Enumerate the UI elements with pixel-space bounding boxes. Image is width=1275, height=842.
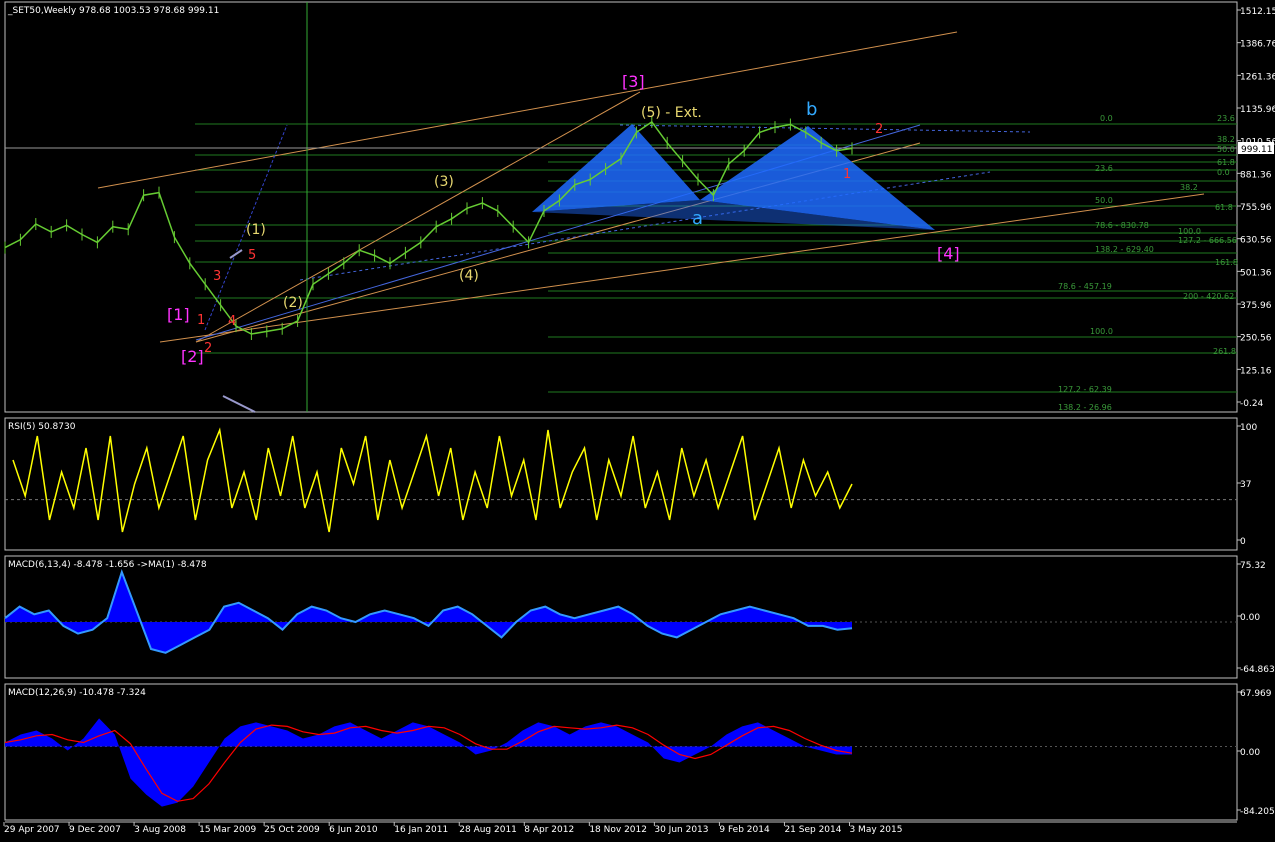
wave-label-11: 3	[213, 269, 221, 284]
pane-title-3: MACD(6,13,4) -8.478 -1.656 ->MA(1) -8.47…	[8, 560, 207, 570]
y-tick-label-0-10: 250.56	[1240, 334, 1272, 344]
x-tick-label-10: 30 Jun 2013	[654, 825, 708, 835]
x-tick-label-11: 9 Feb 2014	[719, 825, 770, 835]
fib-label-2: 38.2	[1217, 135, 1235, 144]
fib-label-13: 138.2 - 629.40	[1095, 245, 1154, 254]
y-tick-label-0-6: 755.96	[1240, 203, 1272, 213]
y-tick-label-0-0: 1512.15	[1240, 7, 1275, 17]
wave-label-5: (2)	[283, 295, 303, 311]
fib-label-7: 38.2	[1180, 183, 1198, 192]
price-series-line	[4, 120, 853, 335]
grid-layer	[3, 1, 1241, 826]
wave-label-3: [4]	[937, 244, 960, 263]
arrow-2	[222, 395, 256, 413]
y-tick-label-0-9: 375.96	[1240, 301, 1272, 311]
pane-title-2: RSI(5) 50.8730	[8, 422, 76, 432]
x-tick-label-0: 29 Apr 2007	[4, 825, 60, 835]
y-tick-label-0-12: -0.24	[1240, 399, 1264, 409]
fib-label-0: 0.0	[1100, 114, 1113, 123]
fib-label-9: 61.8	[1215, 203, 1233, 212]
wave-label-12: 4	[228, 314, 236, 329]
y-tick-label-1-0: 100	[1240, 423, 1257, 433]
x-tick-label-4: 25 Oct 2009	[264, 825, 320, 835]
wave-label-8: (5) - Ext.	[641, 105, 702, 121]
wave-label-16: a	[692, 208, 703, 229]
current-price-value: 999.11	[1241, 145, 1273, 155]
fib-label-8: 50.0	[1095, 196, 1113, 205]
fib-label-4: 61.8	[1217, 158, 1235, 167]
trendline-dashed-2	[619, 124, 1031, 133]
y-tick-label-3-2: -84.205	[1240, 807, 1275, 817]
wave-label-15: 1	[843, 167, 851, 182]
fib-label-18: 261.8	[1213, 347, 1236, 356]
y-tick-label-0-7: 630.56	[1240, 236, 1272, 246]
x-tick-label-6: 16 Jan 2011	[394, 825, 448, 835]
fib-label-19: 127.2 - 62.39	[1058, 385, 1112, 394]
wave-label-13: 5	[248, 248, 256, 263]
y-tick-label-0-11: 125.16	[1240, 366, 1272, 376]
fib-label-10: 78.6 - 830.78	[1095, 221, 1149, 230]
x-tick-label-5: 6 Jun 2010	[329, 825, 378, 835]
wave-label-17: b	[806, 99, 817, 120]
y-tick-label-0-2: 1261.36	[1240, 72, 1275, 82]
y-tick-label-2-0: 75.32	[1240, 561, 1266, 571]
y-tick-label-1-2: 0	[1240, 537, 1246, 547]
wave-label-4: (1)	[246, 222, 266, 238]
y-tick-label-0-3: 1135.96	[1240, 105, 1275, 115]
arrow-1	[229, 249, 243, 259]
fib-label-6: 23.6	[1095, 164, 1113, 173]
fib-label-15: 78.6 - 457.19	[1058, 282, 1112, 291]
chart-canvas: 1512.151386.761261.361135.961010.56881.3…	[3, 1, 1275, 835]
wave-label-2: [3]	[622, 72, 645, 91]
macd-histogram-3	[5, 718, 852, 807]
wave-label-0: [1]	[167, 305, 190, 324]
x-tick-label-1: 9 Dec 2007	[69, 825, 121, 835]
fib-label-3: 50.0	[1217, 145, 1235, 154]
fib-label-17: 100.0	[1090, 327, 1113, 336]
y-tick-label-3-1: 0.00	[1240, 748, 1260, 758]
y-tick-label-2-1: 0.00	[1240, 613, 1260, 623]
fib-label-20: 138.2 - 26.96	[1058, 403, 1112, 412]
x-tick-label-2: 3 Aug 2008	[134, 825, 186, 835]
x-tick-label-9: 18 Nov 2012	[589, 825, 647, 835]
x-tick-label-12: 21 Sep 2014	[784, 825, 841, 835]
wave-label-9: 1	[197, 313, 205, 328]
wave-label-1: [2]	[181, 347, 204, 366]
x-tick-label-3: 15 Mar 2009	[199, 825, 256, 835]
pane-title-4: MACD(12,26,9) -10.478 -7.324	[8, 688, 146, 698]
wave-label-14: 2	[875, 122, 883, 137]
x-tick-label-8: 8 Apr 2012	[524, 825, 574, 835]
y-tick-label-0-1: 1386.76	[1240, 40, 1275, 50]
pane-title-1: _SET50,Weekly 978.68 1003.53 978.68 999.…	[7, 6, 219, 16]
y-tick-label-3-0: 67.969	[1240, 689, 1272, 699]
fib-label-16: 200 - 420.62	[1183, 292, 1234, 301]
y-tick-label-0-5: 881.36	[1240, 170, 1272, 180]
wave-label-6: (3)	[434, 174, 454, 190]
fib-label-1: 23.6	[1217, 114, 1235, 123]
x-tick-label-7: 28 Aug 2011	[459, 825, 517, 835]
x-tick-label-13: 3 May 2015	[849, 825, 902, 835]
y-tick-label-1-1: 37	[1240, 480, 1251, 490]
fib-label-5: 0.0	[1217, 168, 1230, 177]
fib-label-14: 161.8	[1215, 258, 1238, 267]
pattern-triangle-xab	[532, 124, 700, 212]
rsi-line	[12, 427, 853, 533]
y-tick-label-0-8: 501.36	[1240, 268, 1272, 278]
fib-label-12: 127.2 - 666.56	[1178, 236, 1237, 245]
wave-label-10: 2	[204, 341, 212, 356]
y-tick-label-2-2: -64.863	[1240, 665, 1275, 675]
fib-label-11: 100.0	[1178, 227, 1201, 236]
wave-label-7: (4)	[459, 268, 479, 284]
